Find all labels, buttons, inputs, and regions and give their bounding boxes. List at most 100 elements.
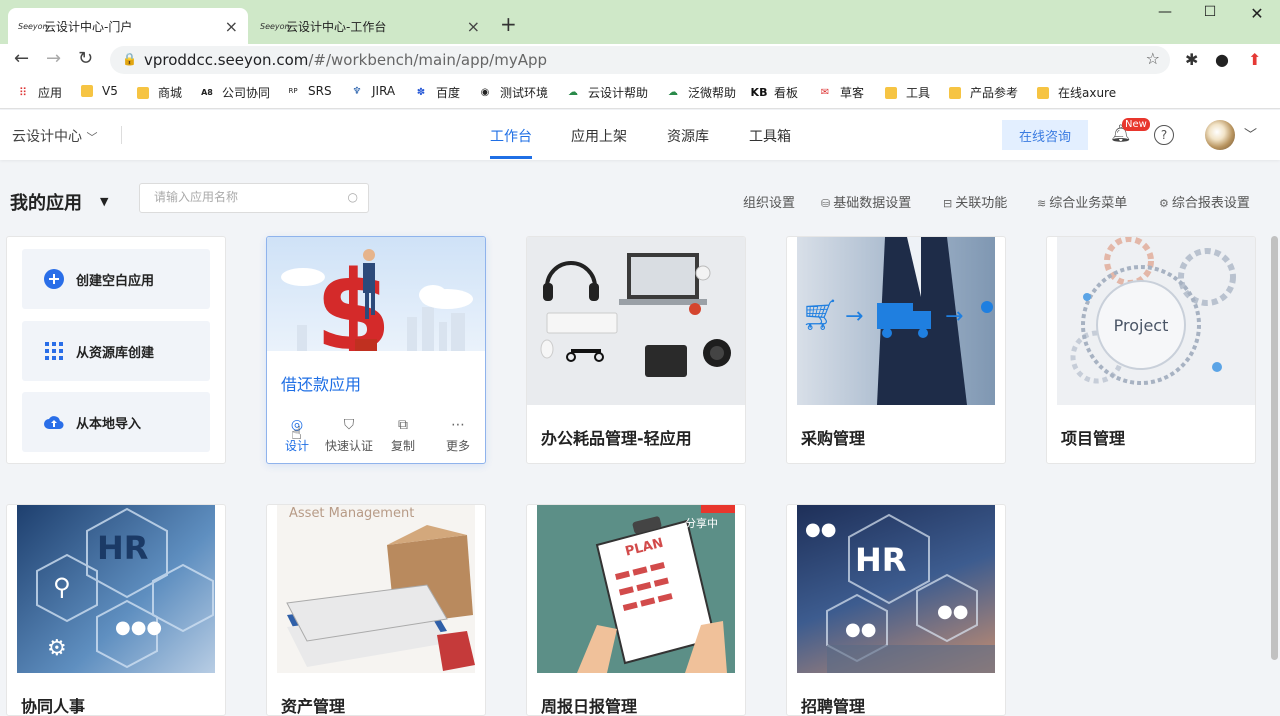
close-window-icon[interactable]: ✕ bbox=[1242, 4, 1272, 23]
app-title[interactable]: 资产管理 bbox=[281, 693, 345, 715]
bookmark-jira[interactable]: ♆ JIRA bbox=[350, 84, 396, 98]
chevron-down-icon[interactable]: ﹀ bbox=[1244, 124, 1257, 143]
new-tab-icon[interactable]: + bbox=[500, 12, 517, 36]
app-title[interactable]: 协同人事 bbox=[21, 693, 85, 715]
link-icon: ⊟ bbox=[943, 197, 953, 210]
profile-icon[interactable]: ● bbox=[1215, 50, 1229, 69]
bookmark-test-env[interactable]: ◉ 测试环境 bbox=[478, 84, 548, 101]
kb-icon: KB bbox=[750, 86, 768, 99]
import-local-button[interactable]: 从本地导入 bbox=[22, 392, 210, 452]
app-card-procurement[interactable]: 🛒︎ → → 采购管理 bbox=[786, 236, 1006, 464]
bookmark-v5[interactable]: V5 bbox=[80, 84, 118, 98]
bookmark-tools[interactable]: 工具 bbox=[884, 84, 930, 101]
hr-image-text: HR bbox=[855, 541, 906, 579]
browser-tab-workbench[interactable]: Seeyon 云设计中心-工作台 × bbox=[250, 8, 490, 44]
tab-toolbox[interactable]: 工具箱 bbox=[749, 126, 791, 146]
reload-icon[interactable]: ↻ bbox=[78, 48, 93, 69]
office-supplies-thumbnail bbox=[527, 237, 745, 405]
app-card-hr[interactable]: HR ⚲ ⚙ ●●● 协同人事 bbox=[6, 504, 226, 716]
browser-tab-portal[interactable]: Seeyon 云设计中心-门户 × bbox=[8, 8, 248, 44]
scrollbar[interactable] bbox=[1271, 236, 1278, 660]
minimize-icon[interactable]: — bbox=[1150, 4, 1180, 20]
forward-icon[interactable]: → bbox=[46, 48, 61, 69]
url-input[interactable]: 🔒 vproddcc.seeyon.com/#/workbench/main/a… bbox=[110, 46, 1170, 74]
update-icon[interactable]: ⬆ bbox=[1248, 50, 1261, 69]
bookmark-cloud-help[interactable]: ☁ 云设计帮助 bbox=[566, 84, 648, 101]
bookmark-baidu[interactable]: ✽ 百度 bbox=[414, 84, 460, 101]
org-settings-link[interactable]: 组织设置 bbox=[743, 192, 795, 211]
tab-app-listing[interactable]: 应用上架 bbox=[571, 126, 627, 146]
app-card-loan[interactable]: $ 借还款应用 ◎ 设计 ⛉ 快速认证 ⧉ 复制 ⋯ 更多 ☝ bbox=[266, 236, 486, 464]
weaver-icon: ☁ bbox=[668, 87, 678, 98]
axure-icon: RP bbox=[288, 87, 298, 95]
search-input[interactable] bbox=[154, 190, 344, 204]
close-icon[interactable]: × bbox=[467, 17, 480, 36]
app-card-recruit[interactable]: HR ●● ●● ●● 招聘管理 bbox=[786, 504, 1006, 716]
bookmarks-bar: ⠿ 应用 V5 商城 A8 公司协同 RP SRS ♆ JIRA ✽ 百度 ◉ 测试环境 ☁… bbox=[0, 76, 1280, 109]
more-action[interactable]: ⋯ 更多 bbox=[430, 417, 485, 454]
seeyon-favicon-icon: Seeyon bbox=[18, 21, 48, 31]
copy-icon: ⧉ bbox=[398, 417, 408, 433]
bookmark-caoke[interactable]: ✉ 草客 bbox=[818, 84, 864, 101]
caret-down-icon[interactable]: ▼ bbox=[100, 195, 108, 208]
bookmark-star-icon[interactable]: ☆ bbox=[1146, 49, 1160, 68]
avatar[interactable] bbox=[1205, 120, 1235, 150]
bookmark-mall[interactable]: 商城 bbox=[136, 84, 182, 101]
maximize-icon[interactable]: ☐ bbox=[1195, 4, 1225, 20]
tab-workbench[interactable]: 工作台 bbox=[490, 126, 532, 146]
report-settings-link[interactable]: ⚙ 综合报表设置 bbox=[1159, 192, 1250, 211]
brand-switcher[interactable]: 云设计中心 ﹀ bbox=[12, 126, 97, 146]
app-title[interactable]: 办公耗品管理-轻应用 bbox=[541, 425, 692, 449]
business-menu-link[interactable]: ≋ 综合业务菜单 bbox=[1037, 192, 1127, 211]
close-icon[interactable]: × bbox=[225, 17, 238, 36]
copy-action[interactable]: ⧉ 复制 bbox=[375, 417, 431, 454]
hand-cursor-icon: ☝ bbox=[291, 423, 302, 444]
bookmark-srs[interactable]: RP SRS bbox=[286, 84, 331, 98]
tab-label: 云设计中心-门户 bbox=[44, 19, 133, 34]
quick-auth-action[interactable]: ⛉ 快速认证 bbox=[321, 417, 377, 454]
folder-icon bbox=[948, 86, 962, 100]
app-card-assets[interactable]: Asset Management 资产管理 bbox=[266, 504, 486, 716]
online-consult-button[interactable]: 在线咨询 bbox=[1002, 120, 1088, 150]
bookmark-kanban[interactable]: KB 看板 bbox=[750, 84, 798, 101]
extensions-icon[interactable]: ✱ bbox=[1185, 50, 1198, 69]
procurement-thumbnail: 🛒︎ → → bbox=[797, 237, 995, 405]
app-title[interactable]: 招聘管理 bbox=[801, 693, 865, 715]
bookmark-axure[interactable]: 在线axure bbox=[1036, 84, 1116, 101]
new-badge: New bbox=[1122, 118, 1150, 131]
app-card-project[interactable]: Project 项目管理 bbox=[1046, 236, 1256, 464]
browser-tab-bar: Seeyon 云设计中心-门户 × Seeyon 云设计中心-工作台 × + —… bbox=[0, 0, 1280, 44]
svg-text:$: $ bbox=[315, 247, 392, 351]
bookmark-product-ref[interactable]: 产品参考 bbox=[948, 84, 1018, 101]
app-title[interactable]: 周报日报管理 bbox=[541, 693, 637, 715]
create-blank-app-button[interactable]: 创建空白应用 bbox=[22, 249, 210, 309]
url-text: vproddcc.seeyon.com/#/workbench/main/app… bbox=[144, 51, 548, 69]
address-bar: ← → ↻ 🔒 vproddcc.seeyon.com/#/workbench/… bbox=[0, 44, 1280, 76]
svg-text:●●●: ●●● bbox=[115, 617, 162, 638]
gear-icon: ⚙ bbox=[1159, 197, 1169, 210]
create-from-library-button[interactable]: 从资源库创建 bbox=[22, 321, 210, 381]
app-title[interactable]: 采购管理 bbox=[801, 425, 865, 449]
help-icon[interactable]: ? bbox=[1154, 125, 1174, 145]
svg-text:→: → bbox=[945, 304, 963, 329]
bookmark-collab[interactable]: A8 公司协同 bbox=[200, 84, 270, 101]
cloud-upload-icon bbox=[44, 412, 64, 432]
app-title[interactable]: 项目管理 bbox=[1061, 425, 1125, 449]
basic-data-settings-link[interactable]: ⛁ 基础数据设置 bbox=[821, 192, 911, 211]
bookmark-apps[interactable]: ⠿ 应用 bbox=[16, 84, 62, 101]
folder-icon bbox=[136, 86, 150, 100]
tab-resource-library[interactable]: 资源库 bbox=[667, 126, 709, 146]
baidu-icon: ✽ bbox=[416, 87, 426, 98]
app-card-report[interactable]: PLAN 分享中 周报日报管理 bbox=[526, 504, 746, 716]
app-title[interactable]: 借还款应用 bbox=[281, 371, 361, 395]
related-function-link[interactable]: ⊟ 关联功能 bbox=[943, 192, 1007, 211]
create-app-panel: 创建空白应用 从资源库创建 从本地导入 bbox=[6, 236, 226, 464]
tab-label: 云设计中心-工作台 bbox=[286, 19, 387, 34]
database-icon: ⛁ bbox=[821, 197, 831, 210]
bookmark-weaver-help[interactable]: ☁ 泛微帮助 bbox=[666, 84, 736, 101]
search-icon[interactable]: ○ bbox=[348, 190, 358, 204]
page-title: 我的应用 bbox=[10, 193, 82, 214]
app-card-office-supplies[interactable]: 办公耗品管理-轻应用 bbox=[526, 236, 746, 464]
back-icon[interactable]: ← bbox=[14, 48, 29, 69]
cloud-help-icon: ☁ bbox=[568, 87, 578, 98]
